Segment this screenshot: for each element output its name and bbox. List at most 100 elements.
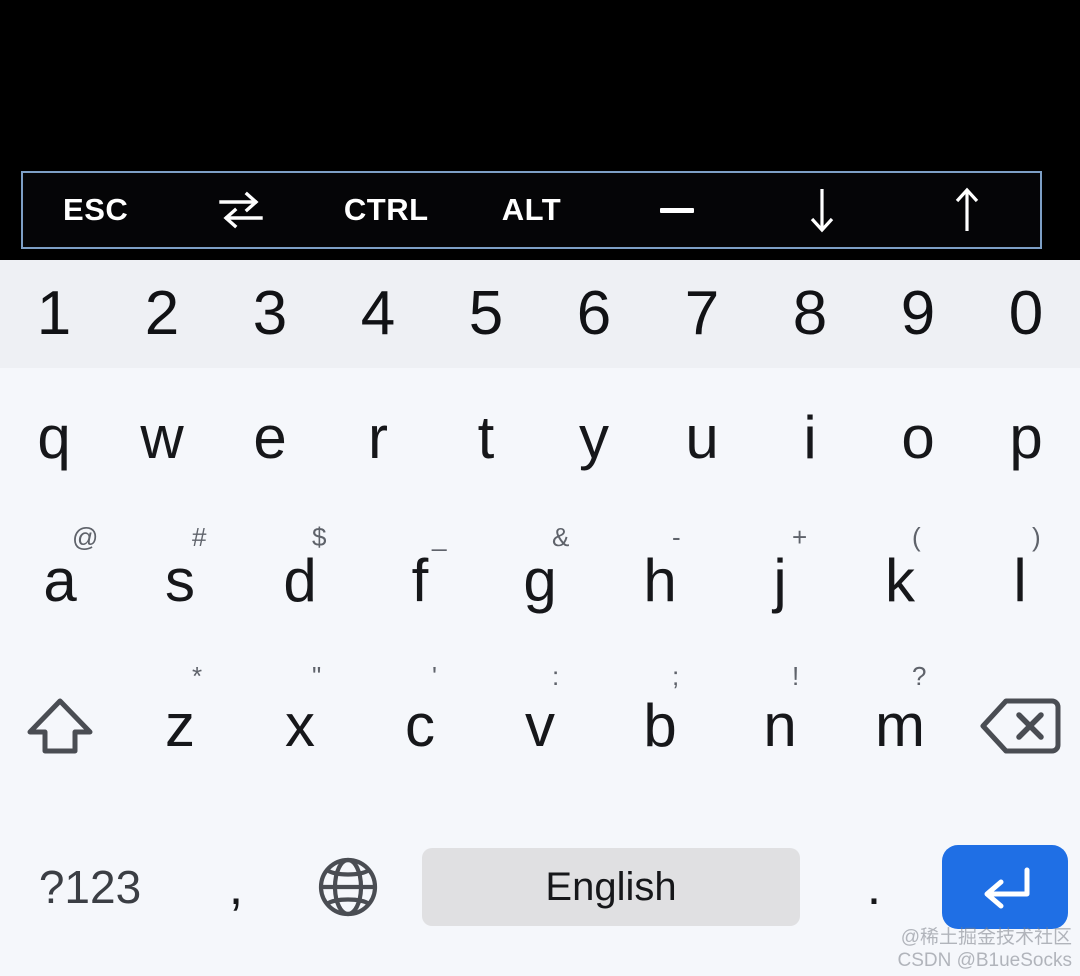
key-g-label: g	[523, 546, 557, 614]
symbols-toggle-label: ?123	[38, 861, 142, 913]
key-z[interactable]: z *	[120, 653, 240, 798]
key-4[interactable]: 4	[324, 260, 432, 368]
key-s[interactable]: s #	[120, 508, 240, 653]
key-q-label: q	[37, 404, 71, 471]
key-m-hint: ?	[912, 661, 927, 691]
comma-key-label: ,	[228, 858, 244, 916]
key-y[interactable]: y	[540, 368, 648, 508]
key-e[interactable]: e	[216, 368, 324, 508]
arrow-down-icon	[805, 185, 839, 235]
key-x-label: x	[285, 691, 315, 759]
key-i[interactable]: i	[756, 368, 864, 508]
keyboard-row-top: q w e r t y u i o p	[0, 368, 1080, 508]
screen: ESC CTRL ALT 1 2 3 4 5 6 7 8 9 0 q w e r…	[0, 0, 1080, 976]
period-key[interactable]: .	[818, 798, 930, 976]
comma-key[interactable]: ,	[180, 798, 292, 976]
space-key[interactable]: English	[404, 798, 818, 976]
arrow-down-key[interactable]	[749, 173, 894, 247]
key-v[interactable]: v :	[480, 653, 600, 798]
key-4-label: 4	[360, 279, 396, 348]
key-9-label: 9	[900, 279, 936, 348]
key-k[interactable]: k (	[840, 508, 960, 653]
key-8[interactable]: 8	[756, 260, 864, 368]
key-9[interactable]: 9	[864, 260, 972, 368]
key-r[interactable]: r	[324, 368, 432, 508]
key-v-hint: :	[552, 661, 560, 691]
shift-key[interactable]	[0, 653, 120, 798]
shift-arrow-up-icon	[22, 688, 98, 764]
key-7[interactable]: 7	[648, 260, 756, 368]
key-u[interactable]: u	[648, 368, 756, 508]
key-1[interactable]: 1	[0, 260, 108, 368]
esc-key[interactable]: ESC	[23, 173, 168, 247]
keyboard-row-bottom-letters: z * x " c ' v : b ; n ! m ?	[0, 653, 1080, 798]
ctrl-key[interactable]: CTRL	[314, 173, 459, 247]
language-switch-key[interactable]	[292, 798, 404, 976]
arrow-up-key[interactable]	[895, 173, 1040, 247]
key-g-hint: &	[552, 522, 570, 552]
backspace-icon	[978, 695, 1062, 757]
symbols-toggle-key[interactable]: ?123	[0, 798, 180, 976]
key-j[interactable]: j +	[720, 508, 840, 653]
key-p[interactable]: p	[972, 368, 1080, 508]
alt-key-label: ALT	[501, 192, 562, 227]
key-3[interactable]: 3	[216, 260, 324, 368]
key-x-hint: "	[312, 661, 322, 691]
key-a[interactable]: a @	[0, 508, 120, 653]
key-0-label: 0	[1008, 279, 1044, 348]
key-t[interactable]: t	[432, 368, 540, 508]
key-k-label: k	[885, 546, 915, 614]
key-0[interactable]: 0	[972, 260, 1080, 368]
keyboard-row-utility: ?123 , English .	[0, 798, 1080, 976]
key-d[interactable]: d $	[240, 508, 360, 653]
dash-icon	[659, 207, 694, 213]
key-8-label: 8	[792, 279, 828, 348]
key-w-label: w	[140, 404, 184, 471]
key-l[interactable]: l )	[960, 508, 1080, 653]
key-o[interactable]: o	[864, 368, 972, 508]
enter-key[interactable]	[930, 798, 1080, 976]
key-2[interactable]: 2	[108, 260, 216, 368]
key-7-label: 7	[684, 279, 720, 348]
globe-icon	[315, 854, 381, 920]
key-r-label: r	[368, 404, 388, 471]
key-6[interactable]: 6	[540, 260, 648, 368]
key-5[interactable]: 5	[432, 260, 540, 368]
key-g[interactable]: g &	[480, 508, 600, 653]
key-c[interactable]: c '	[360, 653, 480, 798]
key-5-label: 5	[468, 279, 504, 348]
key-a-label: a	[43, 546, 77, 614]
key-x[interactable]: x "	[240, 653, 360, 798]
on-screen-keyboard: 1 2 3 4 5 6 7 8 9 0 q w e r t y u i o p	[0, 260, 1080, 976]
key-p-label: p	[1009, 404, 1043, 471]
spacebar-surface: English	[422, 848, 800, 926]
key-q[interactable]: q	[0, 368, 108, 508]
enter-return-icon	[973, 860, 1037, 914]
key-o-label: o	[901, 404, 935, 471]
tab-key[interactable]	[168, 173, 313, 247]
key-h[interactable]: h -	[600, 508, 720, 653]
key-h-label: h	[643, 546, 677, 614]
app-content-area	[0, 0, 1080, 165]
key-y-label: y	[579, 404, 609, 471]
key-b[interactable]: b ;	[600, 653, 720, 798]
key-b-label: b	[643, 691, 677, 759]
enter-key-surface	[942, 845, 1068, 929]
key-6-label: 6	[576, 279, 612, 348]
key-n[interactable]: n !	[720, 653, 840, 798]
key-w[interactable]: w	[108, 368, 216, 508]
key-m[interactable]: m ?	[840, 653, 960, 798]
function-toolbar: ESC CTRL ALT	[21, 171, 1042, 249]
key-c-label: c	[405, 691, 435, 759]
key-f-hint: _	[432, 522, 447, 552]
minus-key[interactable]	[604, 173, 749, 247]
backspace-key[interactable]	[960, 653, 1080, 798]
key-j-hint: +	[792, 522, 808, 552]
key-e-label: e	[253, 404, 287, 471]
key-s-hint: #	[192, 522, 207, 552]
key-m-label: m	[875, 691, 925, 759]
tab-swap-icon	[217, 189, 265, 231]
key-f[interactable]: f _	[360, 508, 480, 653]
arrow-up-icon	[950, 185, 984, 235]
alt-key[interactable]: ALT	[459, 173, 604, 247]
